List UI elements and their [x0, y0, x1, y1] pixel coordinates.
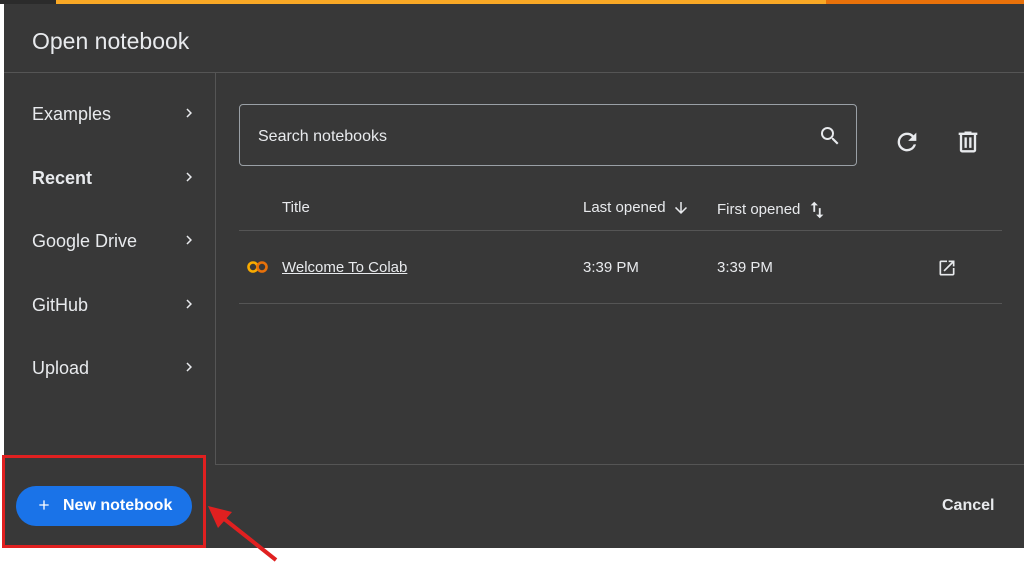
search-input[interactable]: Search notebooks — [258, 128, 387, 146]
sidebar-item-label: GitHub — [32, 295, 89, 315]
search-box[interactable]: Search notebooks — [239, 104, 857, 166]
sort-both-icon — [810, 201, 824, 219]
chevron-right-icon — [186, 299, 192, 309]
chevron-right-icon — [186, 108, 192, 118]
refresh-icon[interactable] — [893, 128, 921, 156]
column-header-last-opened[interactable]: Last opened — [583, 199, 690, 217]
column-header-first-opened[interactable]: First opened — [717, 199, 828, 221]
sidebar-item-label: Google Drive — [32, 231, 138, 251]
header-divider — [4, 72, 1024, 73]
trash-icon[interactable] — [954, 128, 982, 156]
sidebar-item-recent[interactable]: Recent — [4, 154, 214, 202]
sidebar-divider — [215, 72, 216, 464]
sidebar-item-label: Upload — [32, 358, 90, 378]
sidebar-item-label: Recent — [32, 168, 93, 188]
sort-down-icon — [674, 202, 687, 215]
search-icon[interactable] — [818, 124, 842, 148]
sidebar-item-label: Examples — [32, 104, 112, 124]
sidebar-item-github[interactable]: GitHub — [4, 281, 214, 329]
last-opened-value: 3:39 PM — [583, 259, 639, 276]
cancel-button[interactable]: Cancel — [942, 497, 994, 515]
column-header-label: First opened — [717, 200, 801, 218]
column-header-label: Last opened — [583, 199, 666, 216]
open-in-new-icon[interactable] — [937, 258, 957, 278]
chevron-right-icon — [186, 172, 192, 182]
annotation-arrow — [208, 506, 278, 562]
sidebar-item-upload[interactable]: Upload — [4, 344, 214, 392]
table-row-divider — [239, 303, 1002, 304]
chevron-right-icon — [186, 362, 192, 372]
column-header-title[interactable]: Title — [282, 199, 310, 216]
dialog-title: Open notebook — [32, 28, 190, 54]
annotation-highlight-box — [2, 455, 206, 548]
colab-logo-icon — [247, 261, 268, 273]
chevron-right-icon — [186, 235, 192, 245]
sidebar-item-google-drive[interactable]: Google Drive — [4, 217, 214, 265]
notebook-title-link[interactable]: Welcome To Colab — [282, 259, 407, 276]
table-header-divider — [239, 230, 1002, 231]
first-opened-value: 3:39 PM — [717, 259, 773, 276]
sidebar-item-examples[interactable]: Examples — [4, 90, 214, 138]
footer-divider — [215, 464, 1024, 465]
